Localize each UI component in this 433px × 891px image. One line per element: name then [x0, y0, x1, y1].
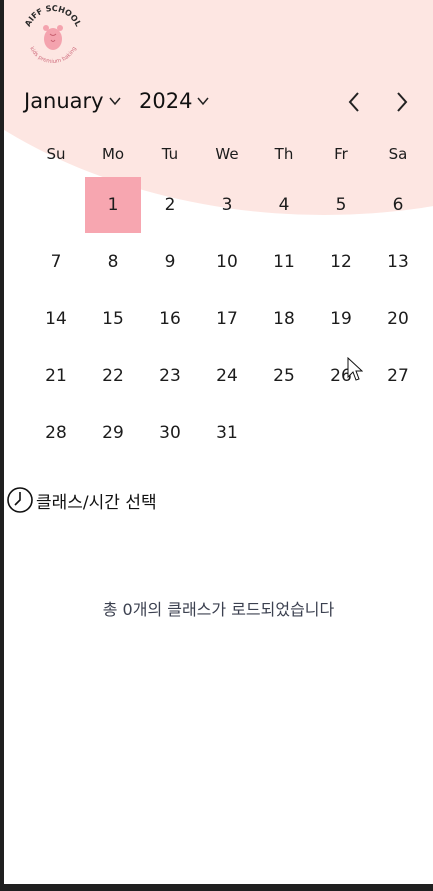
- next-month-button[interactable]: [392, 90, 412, 114]
- calendar-day[interactable]: 12: [313, 234, 369, 290]
- weekday-header: Sa: [388, 145, 408, 163]
- calendar-day[interactable]: 2: [142, 177, 198, 233]
- calendar-day-selected[interactable]: 1: [85, 177, 141, 233]
- calendar-day[interactable]: 22: [85, 348, 141, 404]
- prev-month-button[interactable]: [344, 90, 364, 114]
- year-value: 2024: [139, 89, 193, 113]
- calendar-day[interactable]: 27: [370, 348, 426, 404]
- booking-page: AIFF SCHOOL kids premium baking January …: [4, 0, 433, 884]
- weekday-header: Fr: [334, 145, 348, 163]
- calendar-day[interactable]: 3: [199, 177, 255, 233]
- month-value: January: [24, 89, 104, 113]
- calendar-day[interactable]: 28: [28, 405, 84, 461]
- chevron-down-icon: [197, 97, 210, 106]
- calendar-day[interactable]: 10: [199, 234, 255, 290]
- calendar-day[interactable]: 24: [199, 348, 255, 404]
- mouse-cursor-icon: [347, 357, 363, 381]
- class-load-status: 총 0개의 클래스가 로드되었습니다: [102, 600, 335, 619]
- calendar-day[interactable]: 13: [370, 234, 426, 290]
- chevron-left-icon: [348, 92, 359, 112]
- weekday-header: We: [215, 145, 239, 163]
- bear-icon: [43, 25, 63, 50]
- calendar-day[interactable]: 30: [142, 405, 198, 461]
- calendar-day[interactable]: 31: [199, 405, 255, 461]
- calendar-day[interactable]: 16: [142, 291, 198, 347]
- calendar-day[interactable]: 6: [370, 177, 426, 233]
- weekday-header: Su: [46, 145, 66, 163]
- chevron-down-icon: [109, 97, 121, 106]
- year-picker[interactable]: 2024: [139, 88, 210, 114]
- class-time-label: 클래스/시간 선택: [36, 492, 157, 513]
- calendar-day[interactable]: 8: [85, 234, 141, 290]
- weekday-header: Mo: [101, 145, 125, 163]
- month-picker[interactable]: January: [24, 88, 122, 114]
- calendar-day[interactable]: 11: [256, 234, 312, 290]
- calendar-day[interactable]: 14: [28, 291, 84, 347]
- weekday-header: Th: [274, 145, 294, 163]
- calendar-day[interactable]: 7: [28, 234, 84, 290]
- calendar-day[interactable]: 9: [142, 234, 198, 290]
- calendar-day[interactable]: 23: [142, 348, 198, 404]
- calendar-day[interactable]: 18: [256, 291, 312, 347]
- calendar-day[interactable]: 21: [28, 348, 84, 404]
- clock-icon: [7, 487, 33, 513]
- aiff-school-logo: AIFF SCHOOL kids premium baking: [22, 4, 84, 66]
- calendar-day[interactable]: 5: [313, 177, 369, 233]
- class-time-section-title: 클래스/시간 선택: [6, 485, 157, 515]
- calendar-day[interactable]: 17: [199, 291, 255, 347]
- chevron-right-icon: [397, 92, 408, 112]
- calendar-day[interactable]: 19: [313, 291, 369, 347]
- calendar-day[interactable]: 15: [85, 291, 141, 347]
- svg-text:AIFF SCHOOL: AIFF SCHOOL: [23, 4, 83, 28]
- calendar-day[interactable]: 29: [85, 405, 141, 461]
- calendar-day[interactable]: 25: [256, 348, 312, 404]
- weekday-header: Tu: [161, 145, 179, 163]
- calendar-day[interactable]: 4: [256, 177, 312, 233]
- calendar-day[interactable]: 20: [370, 291, 426, 347]
